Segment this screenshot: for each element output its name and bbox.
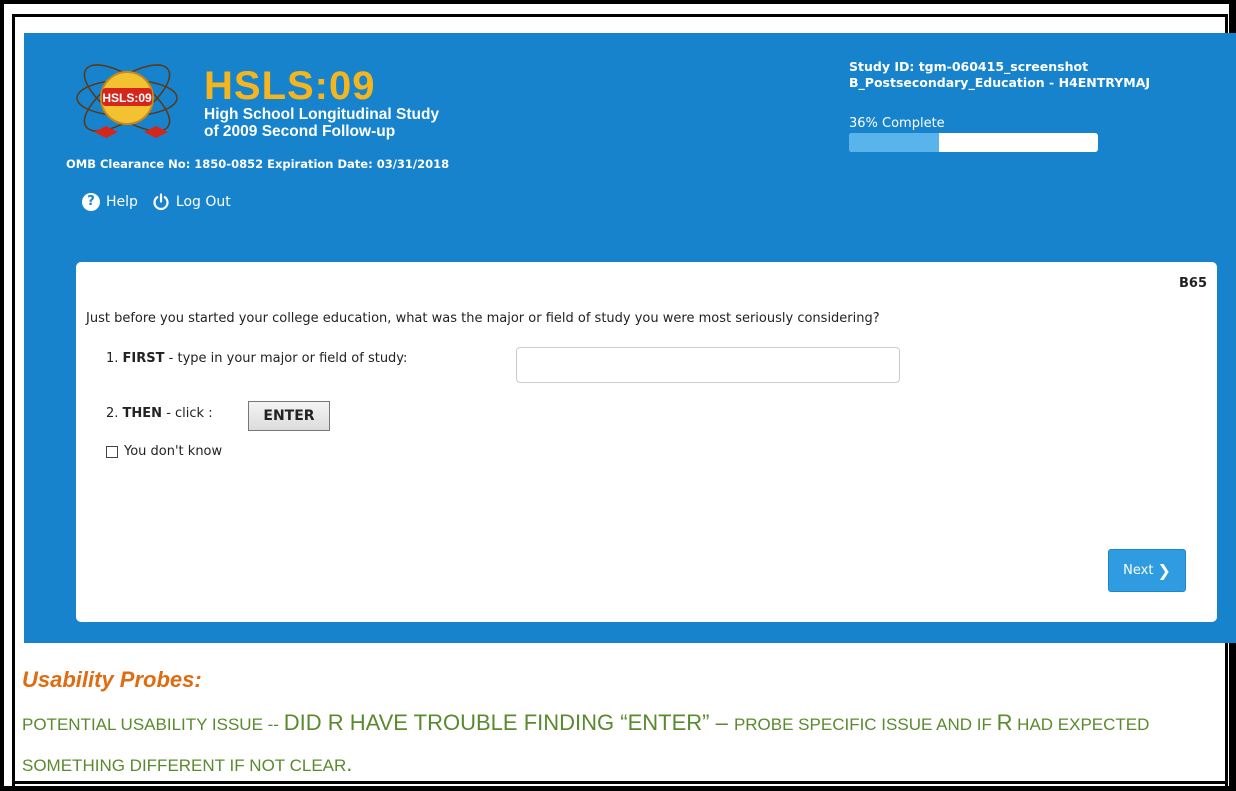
brand: HSLS:09 High School Longitudinal Study o…	[204, 66, 439, 140]
hsls-logo-icon: HSLS:09	[76, 64, 178, 138]
study-info: Study ID: tgm-060415_screenshot B_Postse…	[849, 59, 1150, 91]
logout-link[interactable]: Log Out	[152, 193, 231, 211]
help-label: Help	[106, 194, 138, 210]
progress-bar	[849, 133, 1098, 152]
omb-clearance: OMB Clearance No: 1850-0852 Expiration D…	[66, 157, 450, 171]
step-2-text: - click :	[166, 406, 213, 421]
section-id: B_Postsecondary_Education - H4ENTRYMAJ	[849, 75, 1151, 90]
logout-label: Log Out	[175, 194, 231, 210]
progress-label: 36% Complete	[849, 116, 945, 131]
step-1: 1. FIRST - type in your major or field o…	[106, 351, 407, 366]
question-id: B65	[1179, 276, 1207, 291]
step-1-text: - type in your major or field of study:	[168, 351, 408, 366]
step-1-number: 1.	[106, 351, 119, 366]
probe-part-7: .	[346, 751, 353, 776]
help-link[interactable]: ? Help	[82, 193, 138, 211]
probe-part-4: PROBE SPECIFIC ISSUE AND IF	[733, 715, 997, 734]
step-2: 2. THEN - click :	[106, 406, 213, 421]
question-circle-icon: ?	[82, 193, 100, 211]
probe-part-5: R	[996, 710, 1013, 735]
brand-line-1: High School Longitudinal Study	[204, 106, 440, 123]
question-text: Just before you started your college edu…	[86, 311, 880, 326]
step-2-keyword: THEN	[122, 406, 163, 421]
chevron-right-icon: ❯	[1157, 561, 1171, 580]
svg-text:HSLS:09: HSLS:09	[102, 91, 152, 105]
probe-part-1: POTENTIAL USABILITY ISSUE --	[22, 715, 284, 734]
study-id: Study ID: tgm-060415_screenshot	[849, 59, 1089, 74]
step-1-keyword: FIRST	[122, 351, 165, 366]
frame-line-left	[12, 14, 15, 791]
probe-part-2: DID R HAVE TROUBLE FINDING “ENTER”	[283, 710, 710, 735]
enter-button[interactable]: ENTER	[248, 401, 330, 431]
next-button[interactable]: Next ❯	[1108, 549, 1186, 592]
progress-fill	[849, 133, 939, 152]
major-field-input[interactable]	[516, 347, 900, 383]
question-card: B65 Just before you started your college…	[76, 262, 1217, 622]
dont-know-option[interactable]: You don't know	[106, 444, 222, 459]
probe-part-3: –	[709, 710, 734, 735]
dont-know-checkbox[interactable]	[106, 445, 118, 458]
usability-probes-title: Usability Probes:	[22, 667, 202, 692]
brand-line-2: of 2009 Second Follow-up	[204, 123, 396, 140]
brand-name: HSLS:09	[204, 64, 376, 108]
next-label: Next	[1123, 563, 1154, 578]
dont-know-label: You don't know	[124, 444, 223, 459]
top-nav: ? Help Log Out	[82, 193, 231, 211]
frame-line-top	[12, 14, 1228, 17]
usability-probe-text: POTENTIAL USABILITY ISSUE -- DID R HAVE …	[22, 704, 1217, 786]
step-2-number: 2.	[106, 406, 119, 421]
power-icon	[153, 193, 169, 211]
